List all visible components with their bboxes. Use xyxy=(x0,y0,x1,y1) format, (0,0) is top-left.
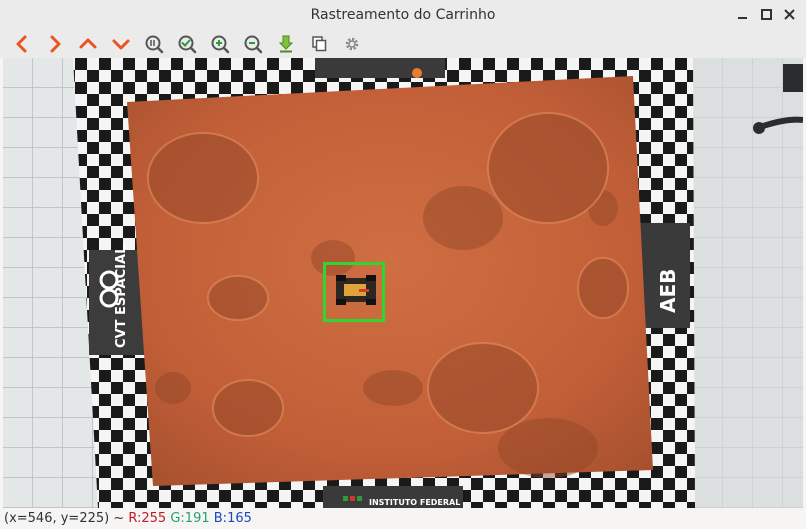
properties-button[interactable] xyxy=(341,33,363,55)
window-title: Rastreamento do Carrinho xyxy=(310,7,496,23)
save-arrow-icon xyxy=(278,35,294,53)
zoom-out-button[interactable] xyxy=(242,33,264,55)
close-button[interactable] xyxy=(780,5,800,25)
minimize-button[interactable] xyxy=(733,5,753,25)
left-board-label: CVT ESPACIAL xyxy=(89,246,145,355)
chevron-left-icon xyxy=(16,35,27,53)
status-coords: (x=546, y=225) ~ xyxy=(4,511,125,526)
pan-down-button[interactable] xyxy=(110,33,132,55)
svg-text:INSTITUTO FEDERAL: INSTITUTO FEDERAL xyxy=(369,498,460,507)
zoom-out-icon xyxy=(244,35,263,54)
camera-image-view[interactable]: CVT ESPACIAL AEB INSTITUTO FEDERAL xyxy=(3,58,803,508)
zoom-100-icon xyxy=(145,35,164,54)
right-board-label: AEB xyxy=(640,223,690,328)
chevron-up-icon xyxy=(79,38,97,49)
pan-up-button[interactable] xyxy=(77,33,99,55)
pan-left-button[interactable] xyxy=(11,33,33,55)
zoom-in-button[interactable] xyxy=(209,33,231,55)
bottom-board-label: INSTITUTO FEDERAL xyxy=(323,486,463,508)
maximize-button[interactable] xyxy=(757,5,777,25)
gear-icon xyxy=(345,37,359,51)
tracked-car xyxy=(336,275,376,305)
top-mat-label xyxy=(315,58,445,78)
status-red-value: R:255 xyxy=(128,511,167,526)
status-bar: (x=546, y=225) ~ R:255 G:191 B:165 xyxy=(0,508,806,529)
camera-frame: CVT ESPACIAL AEB INSTITUTO FEDERAL xyxy=(3,58,803,508)
svg-text:AEB: AEB xyxy=(656,269,680,313)
chevron-down-icon xyxy=(112,39,130,50)
toolbar xyxy=(0,30,806,58)
copy-image-button[interactable] xyxy=(308,33,330,55)
maximize-icon xyxy=(761,9,772,20)
zoom-in-icon xyxy=(211,35,230,54)
title-bar: Rastreamento do Carrinho xyxy=(0,0,806,30)
status-green-value: G:191 xyxy=(170,511,210,526)
zoom-fit-button[interactable] xyxy=(176,33,198,55)
chevron-right-icon xyxy=(50,35,61,53)
minimize-icon xyxy=(738,17,747,19)
zoom-fit-check-icon xyxy=(178,35,197,54)
pan-right-button[interactable] xyxy=(44,33,66,55)
copy-icon xyxy=(312,36,327,52)
save-image-button[interactable] xyxy=(275,33,297,55)
zoom-original-button[interactable] xyxy=(143,33,165,55)
close-icon xyxy=(784,9,795,20)
status-blue-value: B:165 xyxy=(213,511,252,526)
